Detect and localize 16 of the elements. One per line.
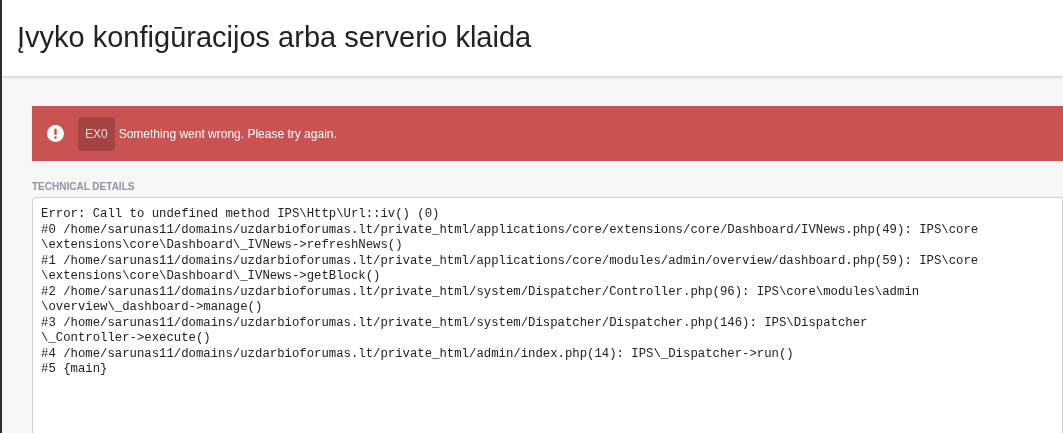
- error-code: EX0: [78, 116, 115, 151]
- error-message: Something went wrong. Please try again.: [118, 125, 337, 143]
- trace-line: #5 {main}: [41, 362, 109, 378]
- trace-line: #2 /home/sarunas11/domains/uzdarbioforumas.lt/private_html/system/Dispatcher/Controller.php(96): IPS\core\modules\admin: [41, 284, 921, 300]
- page-title: Įvyko konfigūracijos arba serverio klaida: [17, 20, 532, 56]
- exclamation-icon: [47, 125, 64, 142]
- trace-line: Error: Call to undefined method IPS\Http\Url::iv() (0): [41, 207, 441, 223]
- trace-line: \overview\_dashboard->manage(): [41, 300, 264, 316]
- trace-line: \extensions\core\Dashboard\_IVNews->getBlock(): [41, 269, 382, 285]
- trace-line: #0 /home/sarunas11/domains/uzdarbioforumas.lt/private_html/applications/core/extensions/core/Dashboard/IVNews.php(49): IPS\core: [41, 222, 980, 238]
- trace-line: \extensions\core\Dashboard\_IVNews->refreshNews(): [41, 238, 404, 254]
- trace-line: #4 /home/sarunas11/domains/uzdarbioforumas.lt/private_html/admin/index.php(14): IPS\_Dispatcher->run(): [41, 346, 795, 362]
- section-heading: TECHNICAL DETAILS: [32, 180, 136, 194]
- trace-line: #3 /home/sarunas11/domains/uzdarbioforumas.lt/private_html/system/Dispatcher/Dispatcher.php(146): IPS\Dispatcher: [41, 315, 869, 331]
- trace-line: \_Controller->execute(): [41, 331, 212, 347]
- trace-line: #1 /home/sarunas11/domains/uzdarbioforumas.lt/private_html/applications/core/modules/admin/overview/dashboard.php(59): IPS\core: [41, 253, 980, 269]
